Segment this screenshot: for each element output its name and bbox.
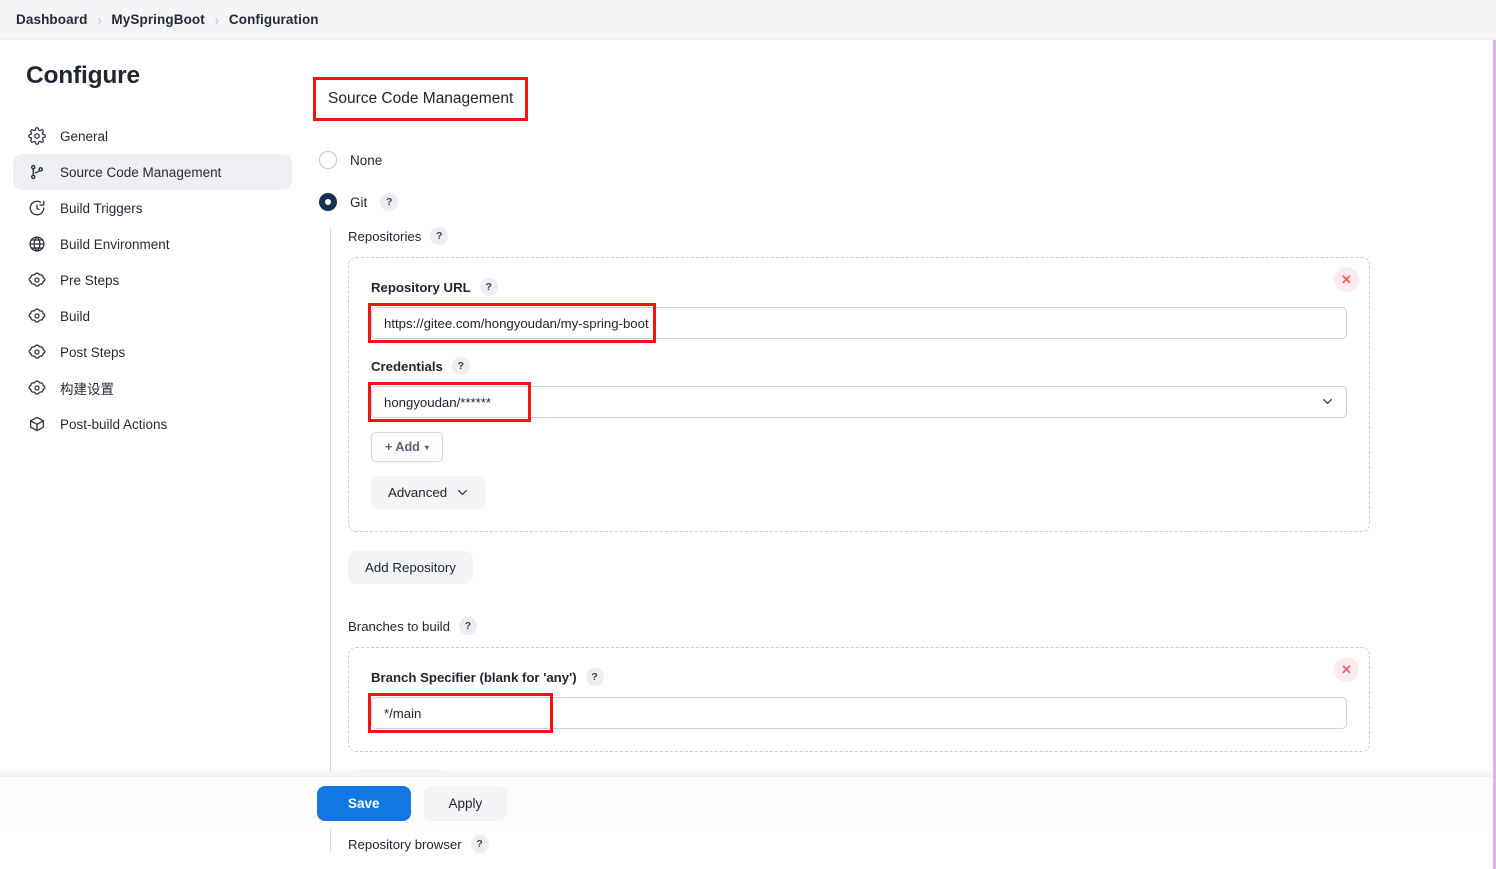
delete-branch-button[interactable]: ✕: [1334, 657, 1359, 682]
radio-none-label: None: [350, 153, 382, 168]
repository-url-label-row: Repository URL ?: [371, 278, 1347, 296]
repository-url-input[interactable]: [371, 307, 1347, 339]
main-content: Source Code Management None Git ? Reposi…: [305, 40, 1370, 829]
advanced-wrap: Advanced: [371, 476, 1347, 509]
sidebar-item-label: Post Steps: [60, 345, 125, 360]
delete-repository-button[interactable]: ✕: [1334, 267, 1359, 292]
sidebar-item-label: Source Code Management: [60, 165, 221, 180]
clock-icon: [27, 199, 46, 218]
action-bar: Save Apply: [0, 776, 1496, 829]
gear-icon: [27, 307, 46, 326]
git-branch-icon: [27, 163, 46, 182]
add-repository-wrap: Add Repository: [348, 551, 1370, 584]
repositories-label: Repositories: [348, 229, 421, 244]
repository-card: ✕ Repository URL ? Credentials ?: [348, 257, 1370, 532]
help-icon-repository-url[interactable]: ?: [480, 278, 498, 296]
credentials-label-row: Credentials ?: [371, 357, 1347, 375]
git-settings-block: Repositories ? ✕ Repository URL ? Creden…: [330, 227, 1370, 853]
action-bar-shadow: [0, 767, 1496, 776]
breadcrumb-item-dashboard[interactable]: Dashboard: [12, 12, 91, 27]
sidebar-item-label: 构建设置: [60, 378, 114, 398]
repositories-label-row: Repositories ?: [348, 227, 1370, 245]
radio-git[interactable]: [319, 193, 337, 211]
add-repository-button[interactable]: Add Repository: [348, 551, 473, 584]
advanced-button[interactable]: Advanced: [371, 476, 486, 509]
branches-label-row: Branches to build ?: [348, 617, 1370, 635]
save-button[interactable]: Save: [317, 786, 411, 821]
page-body: Configure General: [0, 40, 1496, 829]
breadcrumb-item-configuration: Configuration: [225, 12, 323, 27]
section-title: Source Code Management: [313, 77, 528, 121]
sidebar-item-post-build-actions[interactable]: Post-build Actions: [13, 406, 292, 442]
help-icon-branch-specifier[interactable]: ?: [586, 668, 604, 686]
sidebar-item-post-steps[interactable]: Post Steps: [13, 334, 292, 370]
chevron-down-icon: [456, 486, 469, 499]
gear-icon: [27, 379, 46, 398]
help-icon-credentials[interactable]: ?: [452, 357, 470, 375]
sidebar-item-pre-steps[interactable]: Pre Steps: [13, 262, 292, 298]
add-credentials-label: + Add: [385, 440, 420, 454]
sidebar-nav-list: General Source Code Management: [0, 118, 305, 442]
breadcrumb-item-project[interactable]: MySpringBoot: [107, 12, 208, 27]
branch-card: ✕ Branch Specifier (blank for 'any') ?: [348, 647, 1370, 752]
sidebar-item-source-code-management[interactable]: Source Code Management: [13, 154, 292, 190]
globe-icon: [27, 235, 46, 254]
gear-icon: [27, 127, 46, 146]
chevron-right-icon: ›: [215, 11, 219, 29]
branch-specifier-label: Branch Specifier (blank for 'any'): [371, 670, 577, 685]
sidebar-item-label: General: [60, 129, 108, 144]
help-icon-branches[interactable]: ?: [459, 617, 477, 635]
radio-none[interactable]: [319, 151, 337, 169]
branch-specifier-label-row: Branch Specifier (blank for 'any') ?: [371, 668, 1347, 686]
sidebar-item-build-environment[interactable]: Build Environment: [13, 226, 292, 262]
help-icon-repositories[interactable]: ?: [430, 227, 448, 245]
sidebar: Configure General: [0, 40, 305, 442]
sidebar-item-build-settings[interactable]: 构建设置: [13, 370, 292, 406]
credentials-label: Credentials: [371, 359, 443, 374]
sidebar-item-build-triggers[interactable]: Build Triggers: [13, 190, 292, 226]
scm-option-git[interactable]: Git ?: [319, 187, 1370, 217]
chevron-right-icon: ›: [97, 11, 101, 29]
sidebar-item-label: Post-build Actions: [60, 417, 167, 432]
repository-browser-label-row: Repository browser ?: [348, 835, 1370, 853]
sidebar-item-label: Build: [60, 309, 90, 324]
sidebar-item-label: Build Triggers: [60, 201, 143, 216]
credentials-select-wrap: [371, 386, 1347, 418]
apply-button[interactable]: Apply: [424, 786, 508, 821]
breadcrumb: Dashboard › MySpringBoot › Configuration: [0, 0, 1496, 40]
help-icon-repository-browser[interactable]: ?: [471, 835, 489, 853]
sidebar-item-build[interactable]: Build: [13, 298, 292, 334]
sidebar-item-general[interactable]: General: [13, 118, 292, 154]
credentials-select[interactable]: [371, 386, 1347, 418]
branch-specifier-input[interactable]: [371, 697, 1347, 729]
branch-specifier-input-wrap: [371, 697, 1347, 729]
gear-icon: [27, 271, 46, 290]
add-credentials-button[interactable]: + Add ▾: [371, 432, 443, 462]
repository-browser-label: Repository browser: [348, 837, 462, 852]
branches-label: Branches to build: [348, 619, 450, 634]
sidebar-item-label: Build Environment: [60, 237, 170, 252]
advanced-label: Advanced: [388, 485, 447, 500]
gear-icon: [27, 343, 46, 362]
page-title: Configure: [0, 62, 305, 90]
sidebar-item-label: Pre Steps: [60, 273, 119, 288]
add-repository-label: Add Repository: [365, 560, 456, 575]
package-icon: [27, 415, 46, 434]
radio-git-label: Git: [350, 195, 367, 210]
repository-url-label: Repository URL: [371, 280, 471, 295]
help-icon-git[interactable]: ?: [380, 193, 398, 211]
scm-option-none[interactable]: None: [319, 145, 1370, 175]
repository-url-input-wrap: [371, 307, 1347, 339]
caret-down-icon: ▾: [425, 443, 429, 452]
